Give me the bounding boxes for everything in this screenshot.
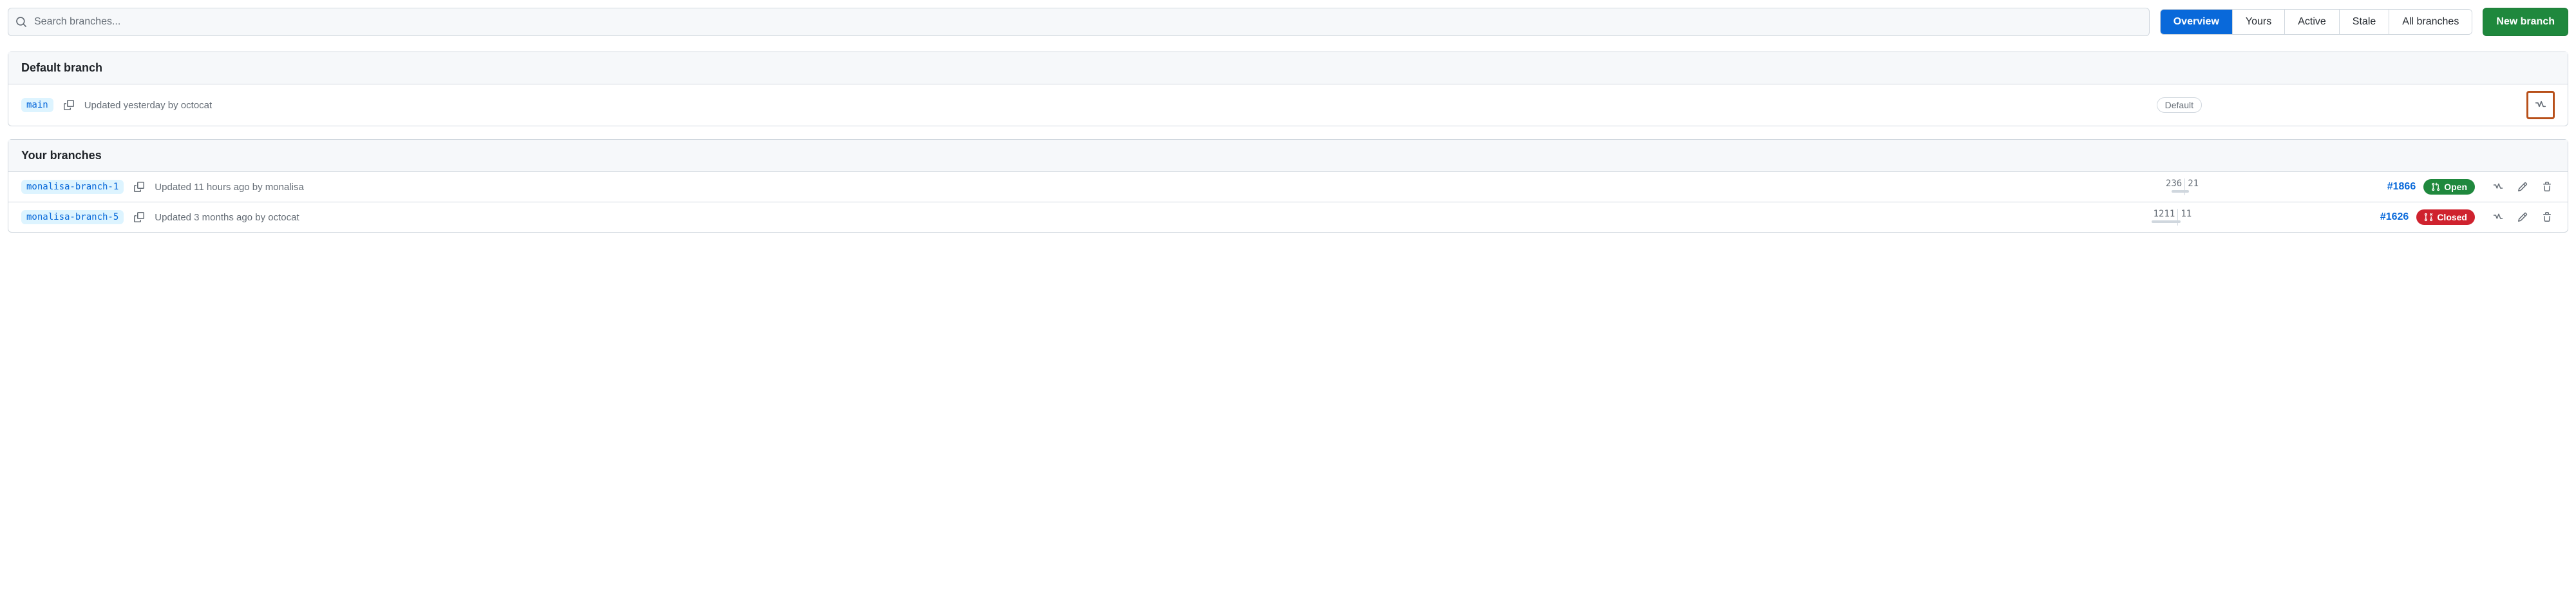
tab-all-branches[interactable]: All branches — [2389, 10, 2472, 34]
branch-updated-text: Updated yesterday by octocat — [84, 100, 212, 111]
section-title-default: Default branch — [8, 52, 2568, 84]
git-pull-request-icon — [2431, 182, 2440, 191]
pr-link[interactable]: #1866 — [2387, 181, 2416, 193]
ahead-count: 11 — [2178, 209, 2210, 220]
copy-icon[interactable] — [61, 97, 77, 113]
ahead-count: 21 — [2185, 178, 2217, 190]
search-input[interactable] — [8, 8, 2150, 36]
default-branch-section: Default branch main Updated yesterday by… — [8, 52, 2568, 126]
tab-stale[interactable]: Stale — [2340, 10, 2389, 34]
branch-updated-text: Updated 11 hours ago by monalisa — [155, 182, 304, 193]
pr-link[interactable]: #1626 — [2380, 211, 2409, 223]
behind-count: 236 — [2152, 178, 2184, 190]
git-pull-request-closed-icon — [2424, 213, 2433, 222]
ahead-behind-indicator: 1211 11 — [2139, 209, 2217, 226]
copy-icon[interactable] — [131, 209, 147, 225]
ahead-behind-indicator: 236 21 — [2146, 178, 2224, 195]
search-icon — [15, 16, 27, 28]
activity-icon[interactable] — [2490, 179, 2506, 195]
branch-updated-text: Updated 3 months ago by octocat — [155, 212, 299, 223]
branch-name[interactable]: monalisa-branch-1 — [21, 180, 124, 194]
branch-name[interactable]: main — [21, 98, 53, 112]
trash-icon[interactable] — [2539, 209, 2555, 225]
branch-name[interactable]: monalisa-branch-5 — [21, 210, 124, 224]
default-badge: Default — [2157, 97, 2202, 113]
tab-overview[interactable]: Overview — [2161, 10, 2233, 34]
activity-icon[interactable] — [2526, 91, 2555, 119]
branch-row-default: main Updated yesterday by octocat Defaul… — [8, 84, 2568, 126]
new-branch-button[interactable]: New branch — [2483, 8, 2568, 36]
pr-state-badge: Open — [2423, 179, 2475, 195]
pencil-icon[interactable] — [2515, 179, 2530, 195]
activity-icon[interactable] — [2490, 209, 2506, 225]
pr-state-label: Closed — [2437, 212, 2467, 222]
view-tabs: Overview Yours Active Stale All branches — [2160, 9, 2473, 35]
branch-row: monalisa-branch-1 Updated 11 hours ago b… — [8, 172, 2568, 202]
tab-active[interactable]: Active — [2285, 10, 2340, 34]
pr-state-badge: Closed — [2416, 209, 2475, 225]
copy-icon[interactable] — [131, 179, 147, 195]
branch-row: monalisa-branch-5 Updated 3 months ago b… — [8, 202, 2568, 232]
behind-count: 1211 — [2145, 209, 2177, 220]
section-title-yours: Your branches — [8, 140, 2568, 172]
pencil-icon[interactable] — [2515, 209, 2530, 225]
pr-state-label: Open — [2444, 182, 2467, 192]
tab-yours[interactable]: Yours — [2233, 10, 2285, 34]
trash-icon[interactable] — [2539, 179, 2555, 195]
your-branches-section: Your branches monalisa-branch-1 Updated … — [8, 139, 2568, 233]
